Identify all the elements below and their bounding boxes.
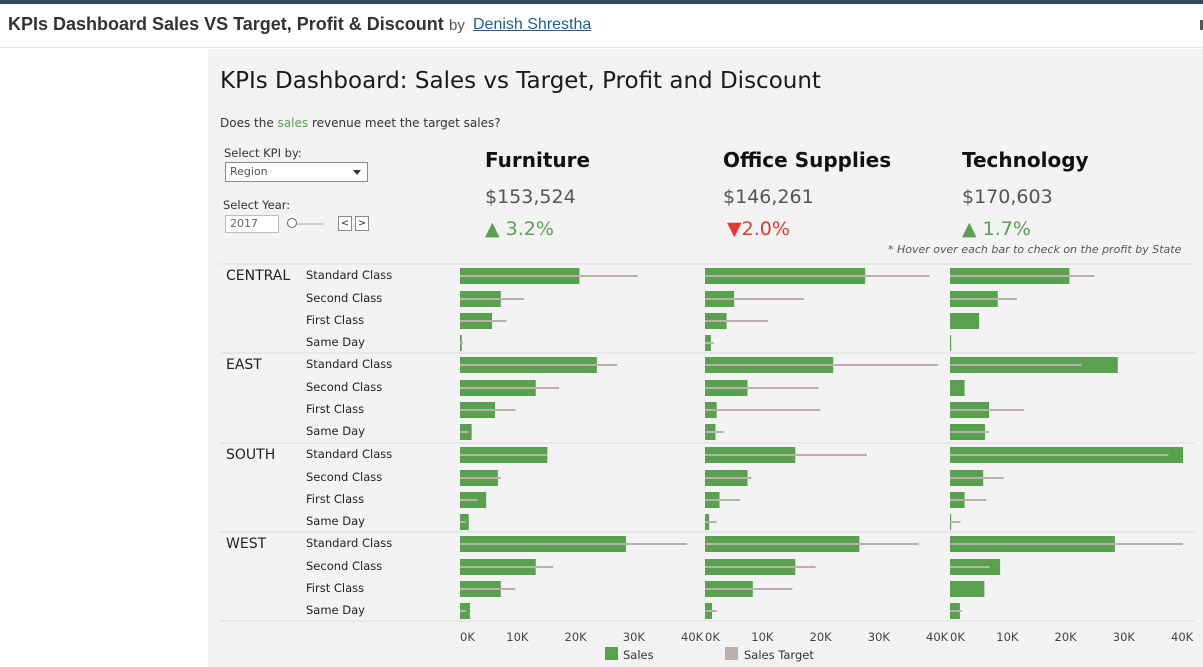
- legend-target-label: Sales Target: [744, 648, 814, 662]
- ship-mode-label: Second Class: [306, 470, 382, 484]
- ship-mode-label: Standard Class: [306, 447, 392, 461]
- x-tick-label: 20K: [565, 630, 588, 644]
- target-bar: [705, 454, 867, 456]
- ship-mode-label: Same Day: [306, 514, 365, 528]
- target-bar: [705, 409, 821, 411]
- target-bar: [705, 477, 752, 479]
- x-tick-label: 10K: [996, 630, 1019, 644]
- target-bar: [460, 543, 688, 545]
- ship-mode-label: First Class: [306, 492, 364, 506]
- target-bar: [705, 364, 938, 366]
- x-tick-label: 30K: [868, 630, 891, 644]
- ship-mode-label: Second Class: [306, 380, 382, 394]
- target-bar: [460, 454, 548, 456]
- x-tick-label: 30K: [623, 630, 646, 644]
- target-bar: [950, 477, 1004, 479]
- target-bar: [705, 431, 724, 433]
- target-bar: [460, 431, 469, 433]
- region-label-south: SOUTH: [226, 447, 275, 463]
- region-label-east: EAST: [226, 357, 262, 373]
- ship-mode-label: Second Class: [306, 559, 382, 573]
- target-bar: [705, 543, 919, 545]
- target-bar: [950, 566, 990, 568]
- ship-mode-label: Standard Class: [306, 536, 392, 550]
- target-bar: [460, 387, 560, 389]
- target-bar: [950, 298, 1017, 300]
- target-bar: [460, 364, 618, 366]
- target-bar: [950, 610, 962, 612]
- target-bar: [705, 275, 930, 277]
- target-bar: [705, 320, 768, 322]
- target-bar: [705, 610, 717, 612]
- sales-bar: [950, 313, 980, 329]
- target-bar: [460, 298, 525, 300]
- target-bar: [950, 409, 1024, 411]
- target-bar: [705, 566, 816, 568]
- target-bar: [950, 543, 1183, 545]
- region-label-west: WEST: [226, 536, 267, 552]
- ship-mode-label: First Class: [306, 402, 364, 416]
- ship-mode-label: Same Day: [306, 424, 365, 438]
- sales-bar: [950, 581, 985, 597]
- legend-target-swatch: [725, 647, 738, 660]
- x-tick-label: 40K: [926, 630, 949, 644]
- target-bar: [460, 588, 516, 590]
- target-bar: [460, 409, 516, 411]
- x-tick-label: 10K: [506, 630, 529, 644]
- sales-bar: [950, 335, 952, 351]
- legend-sales-label: Sales: [623, 648, 654, 662]
- target-bar: [460, 521, 466, 523]
- target-bar: [460, 275, 638, 277]
- target-bar: [460, 477, 501, 479]
- target-bar: [950, 431, 990, 433]
- ship-mode-label: Second Class: [306, 291, 382, 305]
- ship-mode-label: Standard Class: [306, 357, 392, 371]
- sales-vs-target-chart: CENTRAL Standard Class Second Class First C…: [220, 263, 1195, 644]
- ship-mode-label: Standard Class: [306, 268, 392, 282]
- x-tick-label: 0K: [460, 630, 475, 644]
- ship-mode-label: Same Day: [306, 335, 365, 349]
- target-bar: [705, 298, 805, 300]
- x-tick-label: 20K: [810, 630, 833, 644]
- target-bar: [950, 499, 987, 501]
- legend-sales-swatch: [605, 647, 618, 660]
- target-bar: [705, 521, 717, 523]
- target-bar: [705, 588, 793, 590]
- region-label-central: CENTRAL: [226, 268, 290, 284]
- target-bar: [460, 320, 507, 322]
- sales-bar: [950, 380, 965, 396]
- target-bar: [460, 566, 554, 568]
- target-bar: [460, 610, 466, 612]
- target-bar: [460, 342, 463, 344]
- ship-mode-label: First Class: [306, 581, 364, 595]
- x-tick-label: 0K: [950, 630, 965, 644]
- target-bar: [460, 499, 478, 501]
- target-bar: [950, 521, 961, 523]
- ship-mode-label: Same Day: [306, 603, 365, 617]
- ship-mode-label: First Class: [306, 313, 364, 327]
- target-bar: [705, 387, 819, 389]
- target-bar: [950, 275, 1095, 277]
- target-bar: [705, 499, 740, 501]
- x-tick-label: 0K: [705, 630, 720, 644]
- x-tick-label: 20K: [1055, 630, 1078, 644]
- x-tick-label: 10K: [751, 630, 774, 644]
- x-tick-label: 40K: [681, 630, 704, 644]
- target-bar: [950, 364, 1082, 366]
- target-bar: [705, 342, 714, 344]
- target-bar: [950, 454, 1169, 456]
- x-tick-label: 40K: [1171, 630, 1194, 644]
- x-tick-label: 30K: [1113, 630, 1136, 644]
